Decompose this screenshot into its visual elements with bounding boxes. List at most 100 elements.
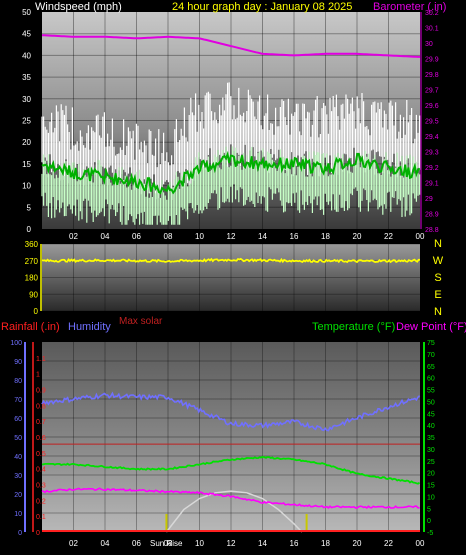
- humidity-tick-label: 40: [14, 454, 22, 461]
- compass-label: N: [434, 238, 442, 250]
- wind-x-tick-label: 18: [321, 232, 330, 241]
- temperature-tick-label: 65: [427, 364, 435, 371]
- temp-x-tick-label: 18: [321, 539, 330, 548]
- wind-x-tick-label: 00: [416, 232, 425, 241]
- barometer-tick-label: 29.1: [425, 181, 439, 188]
- barometer-tick-label: 29.4: [425, 134, 439, 141]
- windspeed-tick-label: 15: [22, 160, 31, 169]
- rainfall-tick-label: 1: [36, 372, 40, 379]
- graph-title: 24 hour graph day : January 08 2025: [172, 1, 352, 13]
- humidity-tick-label: 50: [14, 435, 22, 442]
- wind-x-tick-label: 16: [290, 232, 299, 241]
- humidity-tick-label: 20: [14, 492, 22, 499]
- humidity-tick-label: 100: [10, 340, 22, 347]
- temp-x-tick-label: 22: [384, 539, 393, 548]
- temperature-tick-label: 70: [427, 352, 435, 359]
- barometer-tick-label: 29: [425, 196, 433, 203]
- barometer-tick-label: 30: [425, 41, 433, 48]
- rainfall-tick-label: 0.4: [36, 467, 46, 474]
- rainfall-tick-label: 0.9: [36, 388, 46, 395]
- temperature-tick-label: 5: [427, 506, 431, 513]
- direction-tick-label: 180: [25, 274, 39, 283]
- wind-x-tick-label: 12: [227, 232, 236, 241]
- windspeed-tick-label: 35: [22, 73, 31, 82]
- temperature-tick-label: 0: [427, 518, 431, 525]
- windspeed-tick-label: 45: [22, 30, 31, 39]
- temperature-tick-label: 25: [427, 459, 435, 466]
- dewpoint-axis-label: Dew Point (°F): [396, 321, 466, 333]
- wind-x-tick-label: 02: [69, 232, 78, 241]
- direction-tick-label: 90: [29, 290, 38, 299]
- rainfall-tick-label: 0.2: [36, 498, 46, 505]
- humidity-tick-label: 80: [14, 378, 22, 385]
- wind-x-tick-label: 10: [195, 232, 204, 241]
- temp-x-tick-label: 00: [416, 539, 425, 548]
- temperature-tick-label: 10: [427, 494, 435, 501]
- temperature-tick-label: 75: [427, 340, 435, 347]
- temp-x-tick-label: 04: [101, 539, 110, 548]
- wind-x-tick-label: 06: [132, 232, 141, 241]
- barometer-tick-label: 29.7: [425, 88, 439, 95]
- windspeed-tick-label: 5: [27, 203, 32, 212]
- barometer-tick-label: 29.3: [425, 150, 439, 157]
- compass-label: E: [434, 289, 441, 301]
- temp-x-tick-label: 12: [227, 539, 236, 548]
- rainfall-tick-label: 0.6: [36, 435, 46, 442]
- windspeed-tick-label: 10: [22, 182, 31, 191]
- temp-x-tick-label: 10: [195, 539, 204, 548]
- temp-x-tick-label: 06: [132, 539, 141, 548]
- humidity-tick-label: 0: [18, 530, 22, 537]
- temperature-tick-label: 30: [427, 447, 435, 454]
- windspeed-tick-label: 20: [22, 138, 31, 147]
- rainfall-tick-label: 0.1: [36, 514, 46, 521]
- temp-x-tick-label: 20: [353, 539, 362, 548]
- compass-label: W: [433, 255, 444, 267]
- temperature-tick-label: 50: [427, 399, 435, 406]
- rainfall-tick-label: 0.8: [36, 403, 46, 410]
- temperature-tick-label: 35: [427, 435, 435, 442]
- direction-tick-label: 270: [25, 257, 39, 266]
- windspeed-axis-label: Windspeed (mph): [35, 1, 122, 13]
- windspeed-tick-label: 30: [22, 95, 31, 104]
- direction-tick-label: 0: [34, 307, 39, 316]
- windspeed-tick-label: 50: [22, 8, 31, 17]
- barometer-tick-label: 29.8: [425, 72, 439, 79]
- wind-x-tick-label: 14: [258, 232, 267, 241]
- barometer-tick-label: 29.5: [425, 119, 439, 126]
- humidity-tick-label: 90: [14, 359, 22, 366]
- rainfall-axis-label: Rainfall (.in): [1, 321, 60, 333]
- humidity-tick-label: 30: [14, 473, 22, 480]
- wind-x-tick-label: 22: [384, 232, 393, 241]
- wind-x-tick-label: 04: [101, 232, 110, 241]
- temperature-tick-label: 40: [427, 423, 435, 430]
- compass-labels: NWSEN: [433, 238, 444, 318]
- rainfall-tick-label: 1.1: [36, 356, 46, 363]
- temperature-tick-label: 20: [427, 471, 435, 478]
- compass-label: S: [434, 272, 441, 284]
- windspeed-tick-label: 40: [22, 51, 31, 60]
- barometer-tick-label: 28.8: [425, 227, 439, 234]
- temp-x-tick-label: 14: [258, 539, 267, 548]
- temperature-tick-label: -5: [427, 530, 433, 537]
- weather-graph: 0510152025303540455028.828.92929.129.229…: [1, 1, 466, 548]
- barometer-tick-label: 29.6: [425, 103, 439, 110]
- sunrise-label: Sun Rise: [150, 539, 183, 548]
- rainfall-tick-label: 0: [36, 530, 40, 537]
- windspeed-tick-label: 0: [27, 225, 32, 234]
- rainfall-tick-label: 0.7: [36, 419, 46, 426]
- temperature-tick-label: 55: [427, 388, 435, 395]
- max-solar-label: Max solar: [119, 316, 163, 327]
- barometer-tick-label: 29.9: [425, 57, 439, 64]
- direction-tick-label: 360: [25, 240, 39, 249]
- temperature-tick-label: 60: [427, 376, 435, 383]
- barometer-tick-label: 29.2: [425, 165, 439, 172]
- humidity-tick-label: 60: [14, 416, 22, 423]
- rainfall-tick-label: 0.3: [36, 483, 46, 490]
- humidity-axis-label: Humidity: [68, 321, 111, 333]
- wind-x-tick-label: 20: [353, 232, 362, 241]
- humidity-tick-label: 70: [14, 397, 22, 404]
- temperature-axis-label: Temperature (°F): [312, 321, 395, 333]
- temperature-tick-label: 15: [427, 483, 435, 490]
- compass-label: N: [434, 306, 442, 318]
- temp-x-tick-label: 16: [290, 539, 299, 548]
